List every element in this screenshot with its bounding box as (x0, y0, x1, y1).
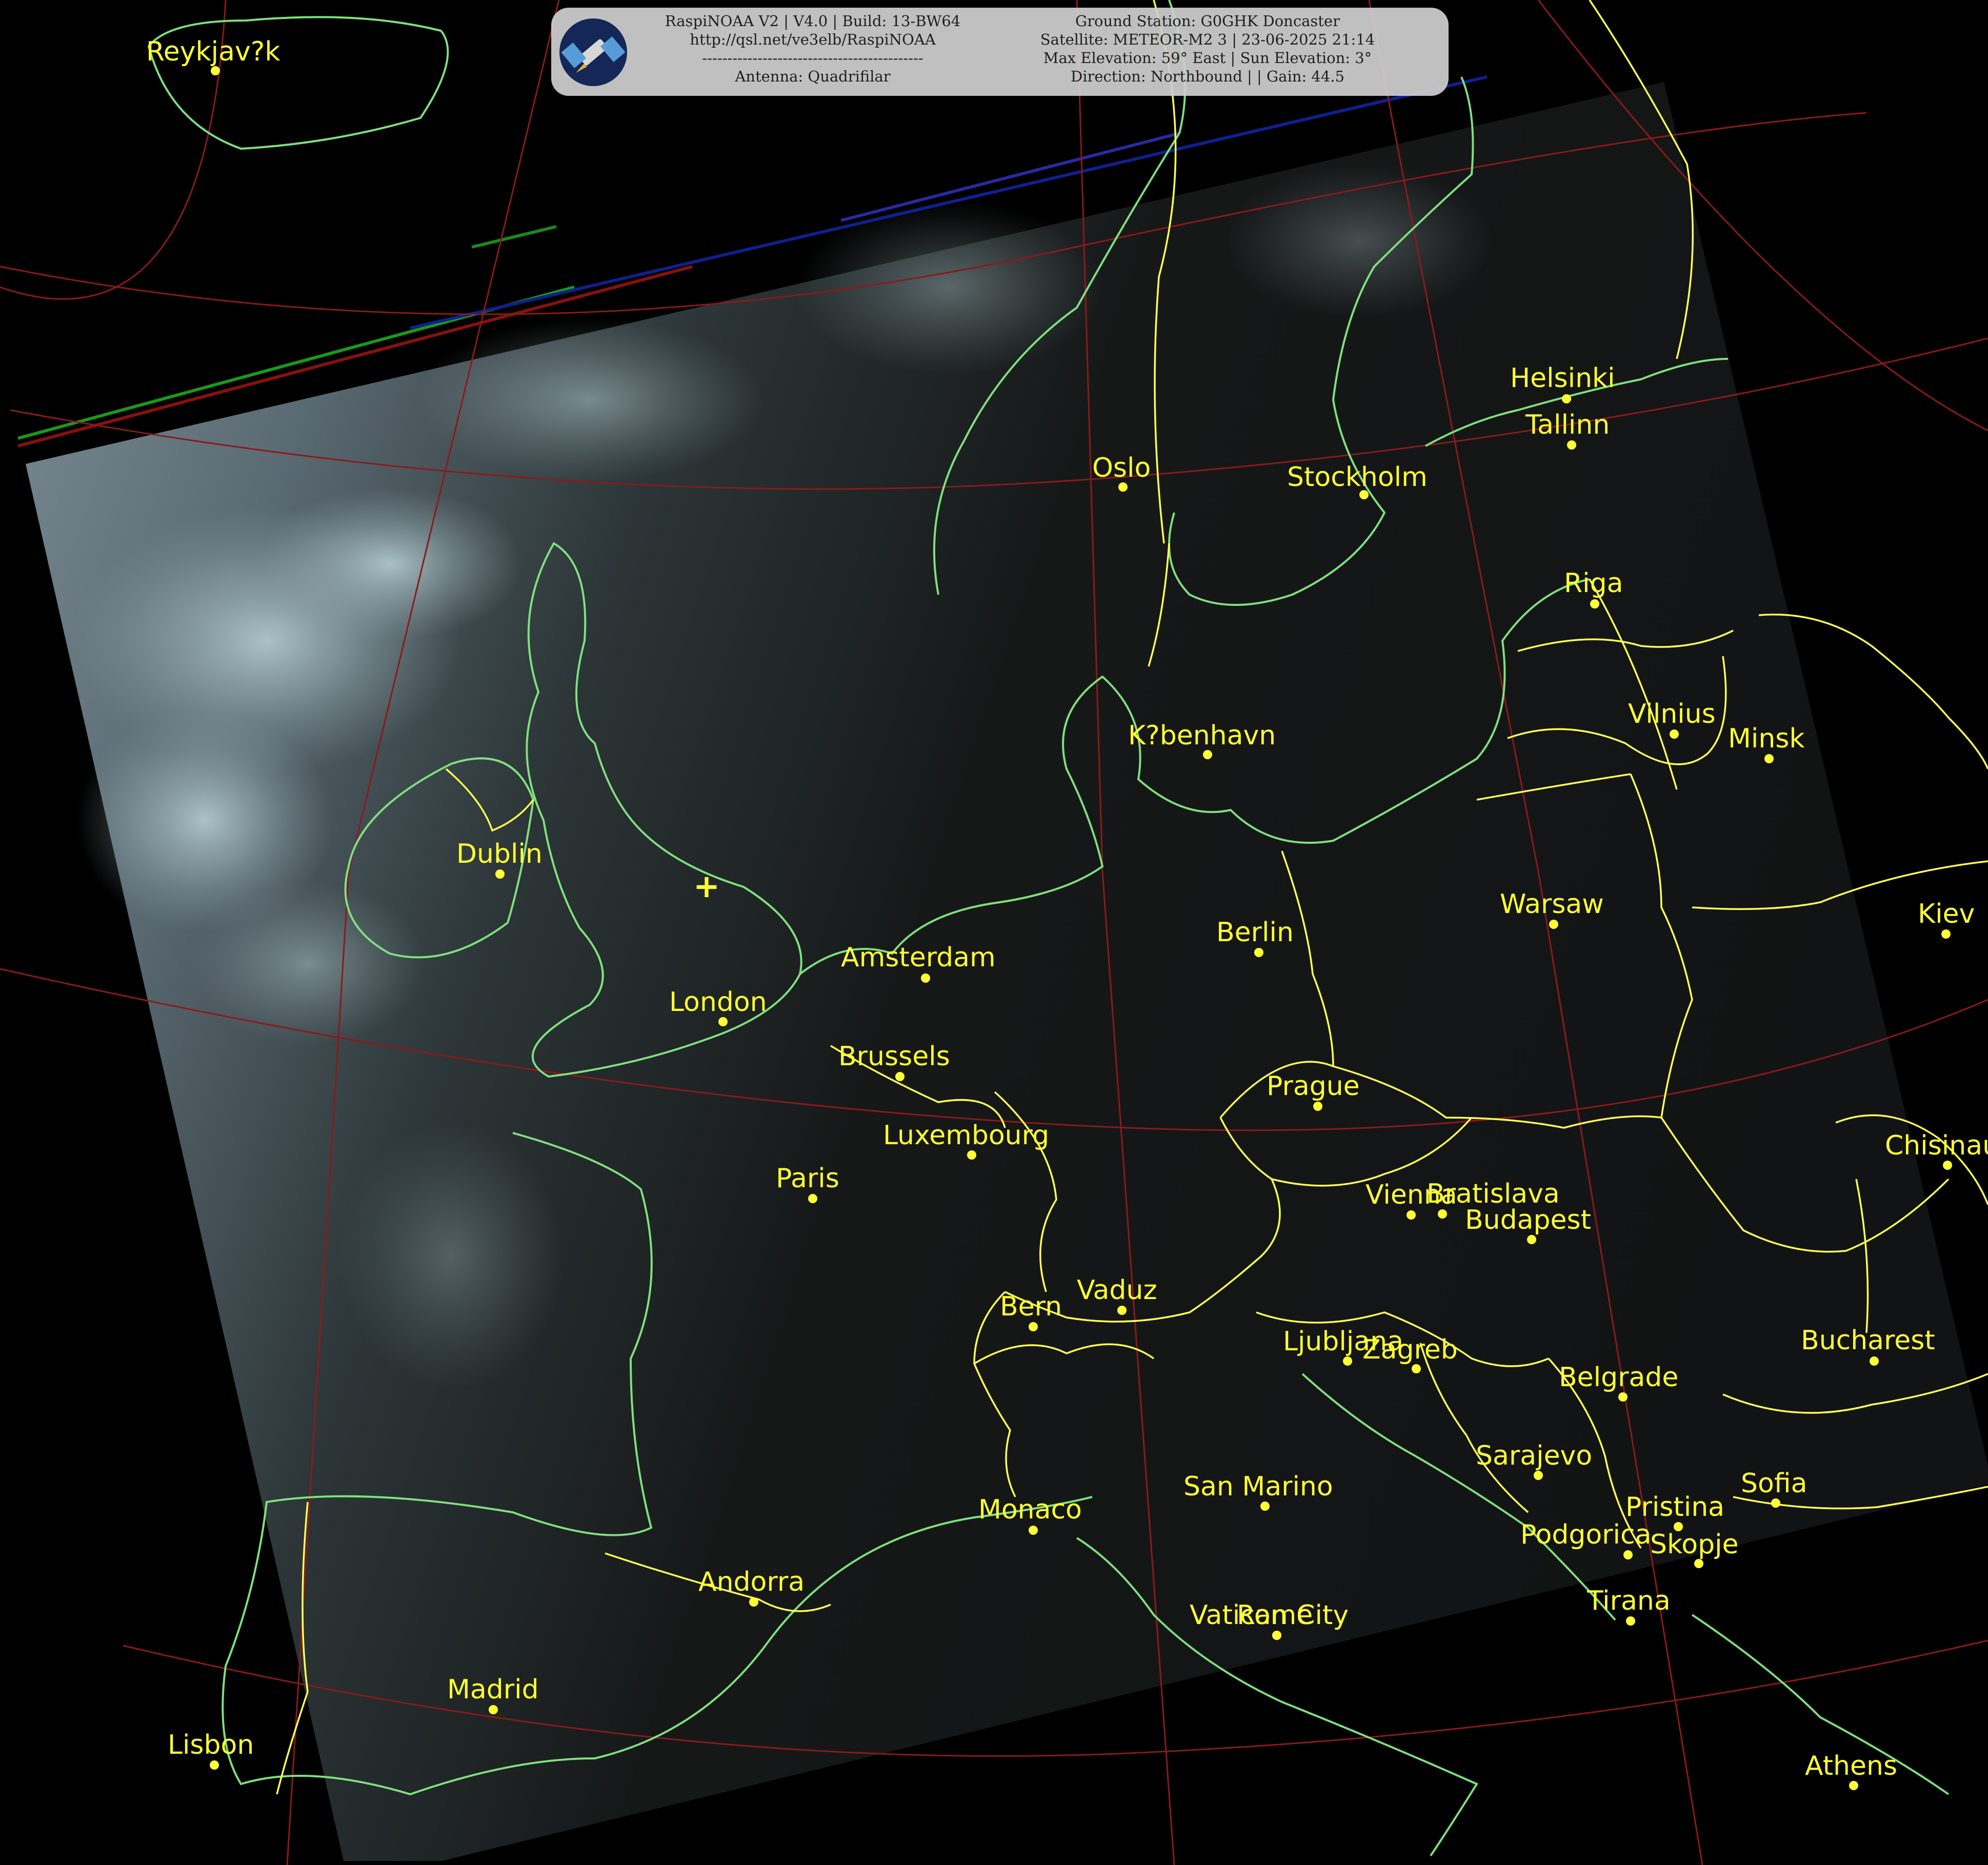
city-dot (1590, 599, 1599, 609)
city-label: London (669, 987, 767, 1018)
city-dot (1670, 729, 1679, 739)
city-label: Warsaw (1500, 889, 1604, 920)
city-label: Skopje (1650, 1529, 1739, 1560)
city-dot (1771, 1498, 1780, 1508)
header-left-column: RaspiNOAA V2 | V4.0 | Build: 13-BW64 htt… (626, 12, 1000, 86)
header-right-column: Ground Station: G0GHK Doncaster Satellit… (972, 12, 1443, 86)
city-dot (210, 1760, 219, 1770)
city-dot (495, 869, 505, 879)
city-dot (1313, 1102, 1322, 1111)
satellite-line: Satellite: METEOR-M2 3 | 23-06-2025 21:1… (1040, 31, 1375, 48)
city-dot (1534, 1471, 1543, 1480)
city-label: Monaco (978, 1494, 1082, 1525)
ground-station-marker: + (693, 867, 720, 905)
city-dot (489, 1705, 498, 1714)
city-label: Dublin (456, 839, 543, 869)
city-label: Belgrade (1559, 1362, 1678, 1393)
city-label: Berlin (1216, 917, 1294, 948)
satellite-icon (559, 18, 627, 86)
city-label: Sofia (1741, 1468, 1807, 1499)
software-version-line: RaspiNOAA V2 | V4.0 | Build: 13-BW64 (665, 12, 961, 30)
city-dot (967, 1150, 976, 1160)
city-dot (1943, 1161, 1952, 1170)
city-label: Amsterdam (841, 942, 996, 973)
city-label: Bern (1000, 1291, 1062, 1322)
city-dot (1764, 754, 1774, 763)
city-dot (1272, 1631, 1281, 1640)
direction-gain-line: Direction: Northbound | | Gain: 44.5 (1071, 68, 1344, 85)
city-dot (1618, 1392, 1628, 1402)
city-label: Brussels (838, 1041, 950, 1072)
city-label: Athens (1805, 1751, 1897, 1781)
city-dot (1870, 1356, 1879, 1366)
separator-line: ----------------------------------------… (702, 49, 923, 67)
city-label: Paris (776, 1163, 839, 1194)
city-label: Stockholm (1287, 462, 1428, 493)
city-dot (1343, 1356, 1352, 1366)
city-label: Sarajevo (1476, 1441, 1592, 1471)
project-url-line: http://qsl.net/ve3elb/RaspiNOAA (690, 31, 936, 48)
city-dot (1694, 1559, 1703, 1568)
city-dot (1254, 948, 1263, 957)
city-label: Bucharest (1801, 1325, 1935, 1356)
city-dot (1941, 929, 1951, 939)
city-dot (1549, 920, 1558, 929)
city-label: Podgorica (1520, 1519, 1651, 1550)
city-dot (1118, 482, 1128, 492)
city-dot (808, 1194, 817, 1203)
city-dot (1623, 1550, 1633, 1559)
satellite-map: + Reykjav?k Oslo Stockholm Helsinki Tallinn R… (0, 0, 1988, 1865)
ground-station-line: Ground Station: G0GHK Doncaster (1075, 12, 1340, 30)
city-dot (895, 1072, 905, 1081)
city-dot (1567, 440, 1576, 450)
city-label: Zagreb (1362, 1334, 1458, 1365)
city-label: Andorra (698, 1567, 805, 1597)
city-dot (1527, 1235, 1536, 1244)
city-label: Tirana (1587, 1586, 1671, 1616)
city-label: Pristina (1625, 1492, 1724, 1523)
city-label: Riga (1564, 568, 1623, 599)
city-label: Rome (1237, 1600, 1313, 1631)
city-label: Tallinn (1525, 410, 1610, 440)
city-label: Chisinau (1885, 1130, 1988, 1161)
city-dot (749, 1597, 758, 1607)
city-dot (1407, 1210, 1416, 1220)
city-dot (1117, 1306, 1127, 1315)
city-dot (1849, 1781, 1858, 1790)
city-dot (1260, 1502, 1270, 1511)
city-label: Vilnius (1628, 699, 1716, 729)
city-label: Kiev (1918, 899, 1975, 929)
city-label: Vaduz (1077, 1275, 1157, 1306)
elevation-line: Max Elevation: 59° East | Sun Elevation:… (1043, 49, 1372, 67)
city-dot (211, 66, 220, 75)
city-dot (1412, 1364, 1421, 1373)
city-dot (1626, 1616, 1635, 1626)
city-label: San Marino (1183, 1471, 1333, 1502)
city-dot (1029, 1526, 1038, 1535)
info-header-panel: RaspiNOAA V2 | V4.0 | Build: 13-BW64 htt… (551, 8, 1449, 96)
city-dot (1203, 750, 1212, 759)
city-label: Madrid (447, 1674, 539, 1705)
city-label: Minsk (1728, 723, 1804, 754)
city-dot (1438, 1209, 1447, 1219)
city-dot (1562, 394, 1571, 403)
city-label: K?benhavn (1128, 720, 1276, 751)
city-dot (1029, 1322, 1038, 1331)
city-label: Oslo (1092, 453, 1151, 483)
city-dot (921, 974, 930, 983)
antenna-line: Antenna: Quadrifilar (735, 68, 891, 85)
city-label: Helsinki (1510, 363, 1615, 394)
city-label: Lisbon (168, 1730, 254, 1760)
city-label: Budapest (1465, 1205, 1591, 1235)
city-label: Reykjav?k (146, 36, 280, 67)
city-label: Luxembourg (883, 1120, 1049, 1151)
city-label: Prague (1267, 1071, 1360, 1102)
city-dot (718, 1017, 728, 1026)
